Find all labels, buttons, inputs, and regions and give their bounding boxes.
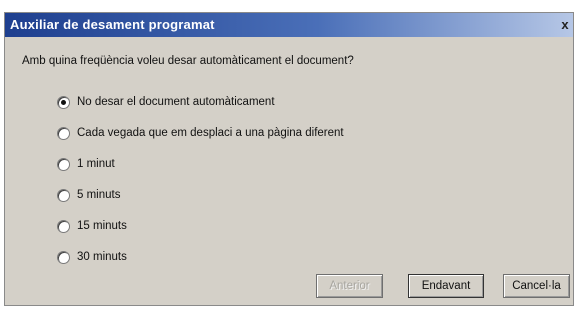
radio-15-minutes-icon[interactable] [57, 220, 70, 233]
frequency-question: Amb quina freqüència voleu desar automàt… [22, 55, 354, 67]
option-label[interactable]: Cada vegada que em desplaci a una pàgina… [77, 126, 344, 140]
close-icon[interactable]: x [559, 17, 571, 32]
title-bar[interactable]: Auxiliar de desament programat x [5, 13, 573, 37]
window-title: Auxiliar de desament programat [10, 17, 215, 32]
option-30-minutes[interactable]: 30 minuts [57, 250, 344, 281]
next-button[interactable]: Endavant [408, 274, 484, 298]
option-label[interactable]: 5 minuts [77, 188, 120, 202]
radio-1-minute-icon[interactable] [57, 158, 70, 171]
option-label[interactable]: 15 minuts [77, 219, 127, 233]
autosave-wizard-dialog: Auxiliar de desament programat x Amb qui… [4, 12, 574, 306]
radio-never-icon[interactable] [57, 96, 70, 109]
option-label[interactable]: 30 minuts [77, 250, 127, 264]
option-5-minutes[interactable]: 5 minuts [57, 188, 344, 219]
option-1-minute[interactable]: 1 minut [57, 157, 344, 188]
radio-30-minutes-icon[interactable] [57, 251, 70, 264]
radio-5-minutes-icon[interactable] [57, 189, 70, 202]
frequency-options: No desar el document automàticament Cada… [57, 95, 344, 281]
back-button[interactable]: Anterior [316, 274, 383, 298]
option-page-change[interactable]: Cada vegada que em desplaci a una pàgina… [57, 126, 344, 157]
cancel-button[interactable]: Cancel·la [503, 274, 570, 298]
option-label[interactable]: 1 minut [77, 157, 115, 171]
radio-page-change-icon[interactable] [57, 127, 70, 140]
option-15-minutes[interactable]: 15 minuts [57, 219, 344, 250]
option-label[interactable]: No desar el document automàticament [77, 95, 275, 109]
option-never[interactable]: No desar el document automàticament [57, 95, 344, 126]
